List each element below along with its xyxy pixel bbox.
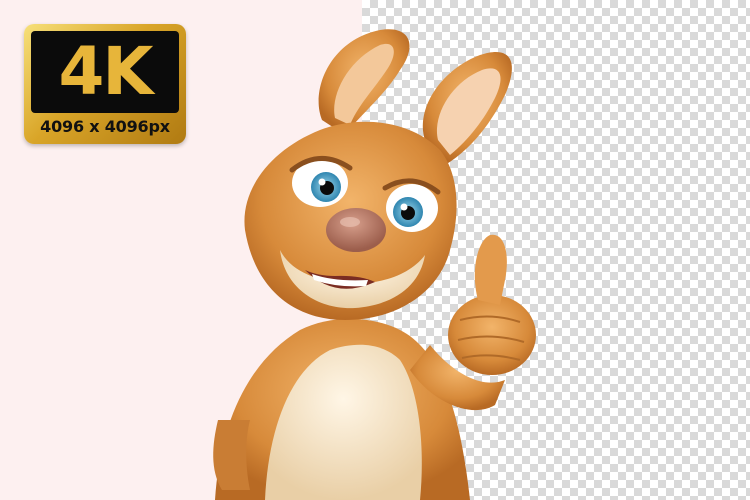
kangaroo-body [215, 318, 470, 500]
resolution-badge: 4K 4096 x 4096px [24, 24, 186, 144]
kangaroo-nose [326, 208, 386, 252]
image-canvas: 4K 4096 x 4096px [0, 0, 750, 500]
badge-resolution-label: 4096 x 4096px [40, 117, 170, 136]
kangaroo-left-arm [213, 420, 250, 490]
badge-4k-label: 4K [58, 33, 153, 110]
badge-inner-panel: 4K [31, 31, 179, 113]
